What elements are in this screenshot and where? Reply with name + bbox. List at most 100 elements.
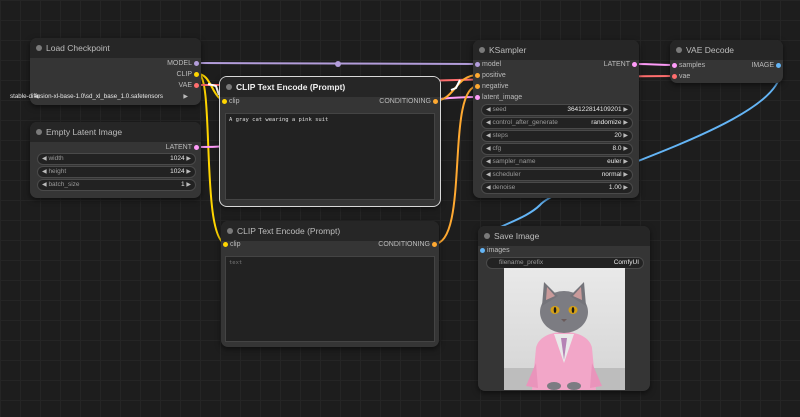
arrow-left-icon[interactable]: ◀ (42, 156, 47, 162)
input-label: positive (482, 72, 506, 79)
latent-socket-icon[interactable] (632, 62, 637, 67)
widget-value: randomize (591, 119, 622, 126)
input-samples[interactable]: samples (672, 60, 705, 71)
arrow-left-icon[interactable]: ◀ (42, 182, 47, 188)
arrow-left-icon[interactable]: ◀ (486, 133, 491, 139)
cfg-widget[interactable]: ◀ cfg 8.0 ▶ (481, 143, 633, 155)
model-socket-icon[interactable] (475, 62, 480, 67)
image-socket-icon[interactable] (776, 63, 781, 68)
conditioning-socket-icon[interactable] (475, 84, 480, 89)
widget-label: filename_prefix (499, 259, 544, 266)
model-socket-icon[interactable] (194, 61, 199, 66)
output-image[interactable]: IMAGE (751, 60, 781, 71)
arrow-left-icon[interactable]: ◀ (486, 146, 491, 152)
arrow-right-icon[interactable]: ▶ (623, 159, 628, 165)
arrow-left-icon[interactable]: ◀ (42, 169, 47, 175)
arrow-left-icon[interactable]: ◀ (486, 120, 491, 126)
arrow-left-icon[interactable]: ◀ (486, 172, 491, 178)
output-latent[interactable]: LATENT (166, 142, 199, 153)
seed-widget[interactable]: ◀ seed 364122814109201 ▶ (481, 104, 633, 116)
image-preview[interactable] (504, 268, 625, 390)
arrow-right-icon[interactable]: ▶ (623, 133, 628, 139)
latent-socket-icon[interactable] (475, 95, 480, 100)
widget-label: control_after_generate (492, 119, 558, 126)
node-title-bar[interactable]: CLIP Text Encode (Prompt) (220, 77, 440, 97)
output-clip[interactable]: CLIP (176, 69, 199, 80)
clip-socket-icon[interactable] (222, 99, 227, 104)
input-clip[interactable]: clip (222, 96, 240, 107)
output-conditioning[interactable]: CONDITIONING (378, 239, 437, 250)
node-title-bar[interactable]: Empty Latent Image (30, 122, 201, 142)
arrow-right-icon[interactable]: ▶ (623, 172, 628, 178)
arrow-left-icon[interactable]: ◀ (486, 185, 491, 191)
empty-latent-image-node[interactable]: Empty Latent Image LATENT ◀ width 1024 ▶… (30, 122, 201, 198)
widget-label: batch_size (48, 181, 80, 188)
input-clip[interactable]: clip (223, 239, 241, 250)
prompt-textarea[interactable]: text (225, 256, 435, 342)
collapse-dot-icon[interactable] (36, 45, 42, 51)
arrow-right-icon[interactable]: ▶ (186, 182, 191, 188)
input-label: clip (229, 98, 240, 105)
height-widget[interactable]: ◀ height 1024 ▶ (37, 166, 196, 178)
collapse-dot-icon[interactable] (36, 129, 42, 135)
node-title-bar[interactable]: Save Image (478, 226, 650, 246)
clip-socket-icon[interactable] (223, 242, 228, 247)
input-latent-image[interactable]: latent_image (475, 92, 522, 103)
node-title-bar[interactable]: CLIP Text Encode (Prompt) (221, 221, 439, 241)
collapse-dot-icon[interactable] (676, 47, 682, 53)
input-positive[interactable]: positive (475, 70, 506, 81)
clip-socket-icon[interactable] (194, 72, 199, 77)
arrow-right-icon[interactable]: ▶ (186, 169, 191, 175)
save-image-node[interactable]: Save Image images filename_prefix ComfyU… (478, 226, 650, 391)
vae-socket-icon[interactable] (194, 83, 199, 88)
output-conditioning[interactable]: CONDITIONING (379, 96, 438, 107)
node-title-bar[interactable]: KSampler (473, 40, 639, 60)
wire-link-marker (450, 79, 461, 91)
sampler-name-widget[interactable]: ◀ sampler_name euler ▶ (481, 156, 633, 168)
vae-decode-node[interactable]: VAE Decode samples IMAGE vae (670, 40, 783, 83)
arrow-right-icon[interactable]: ▶ (623, 185, 628, 191)
clip-text-encode-negative-node[interactable]: CLIP Text Encode (Prompt) clip CONDITION… (221, 221, 439, 347)
clip-text-encode-positive-node[interactable]: CLIP Text Encode (Prompt) clip CONDITION… (219, 76, 441, 207)
conditioning-socket-icon[interactable] (475, 73, 480, 78)
conditioning-socket-icon[interactable] (432, 242, 437, 247)
node-title-bar[interactable]: VAE Decode (670, 40, 783, 60)
output-label: LATENT (603, 61, 630, 68)
scheduler-widget[interactable]: ◀ scheduler normal ▶ (481, 169, 633, 181)
batch-size-widget[interactable]: ◀ batch_size 1 ▶ (37, 179, 196, 191)
output-model[interactable]: MODEL (167, 58, 199, 69)
latent-socket-icon[interactable] (194, 145, 199, 150)
node-title: Empty Latent Image (46, 127, 123, 137)
arrow-left-icon[interactable]: ◀ (486, 159, 491, 165)
output-latent[interactable]: LATENT (603, 59, 637, 70)
input-vae[interactable]: vae (672, 71, 690, 82)
input-images[interactable]: images (480, 245, 510, 256)
collapse-dot-icon[interactable] (484, 233, 490, 239)
ckpt-name-combo[interactable]: ◀ stable-diffusion-xl-base-1.0\sd_xl_bas… (10, 92, 192, 102)
steps-widget[interactable]: ◀ steps 20 ▶ (481, 130, 633, 142)
collapse-dot-icon[interactable] (226, 84, 232, 90)
output-vae[interactable]: VAE (179, 80, 199, 91)
width-widget[interactable]: ◀ width 1024 ▶ (37, 153, 196, 165)
prompt-textarea[interactable]: A gray cat wearing a pink suit (225, 113, 435, 200)
denoise-widget[interactable]: ◀ denoise 1.00 ▶ (481, 182, 633, 194)
latent-socket-icon[interactable] (672, 63, 677, 68)
arrow-right-icon[interactable]: ▶ (623, 107, 628, 113)
arrow-right-icon[interactable]: ▶ (623, 146, 628, 152)
widget-label: height (48, 168, 67, 175)
conditioning-socket-icon[interactable] (433, 99, 438, 104)
widget-label: seed (492, 106, 507, 113)
vae-socket-icon[interactable] (672, 74, 677, 79)
arrow-right-icon[interactable]: ▶ (186, 156, 191, 162)
image-socket-icon[interactable] (480, 248, 485, 253)
collapse-dot-icon[interactable] (479, 47, 485, 53)
input-negative[interactable]: negative (475, 81, 508, 92)
collapse-dot-icon[interactable] (227, 228, 233, 234)
ksampler-node[interactable]: KSampler model LATENT positive negative … (473, 40, 639, 198)
control-after-generate-widget[interactable]: ◀ control_after_generate randomize ▶ (481, 117, 633, 129)
arrow-right-icon[interactable]: ▶ (623, 120, 628, 126)
widget-value: 1024 (170, 168, 185, 175)
input-model[interactable]: model (475, 59, 501, 70)
arrow-left-icon[interactable]: ◀ (486, 107, 491, 113)
node-title-bar[interactable]: Load Checkpoint (30, 38, 201, 58)
